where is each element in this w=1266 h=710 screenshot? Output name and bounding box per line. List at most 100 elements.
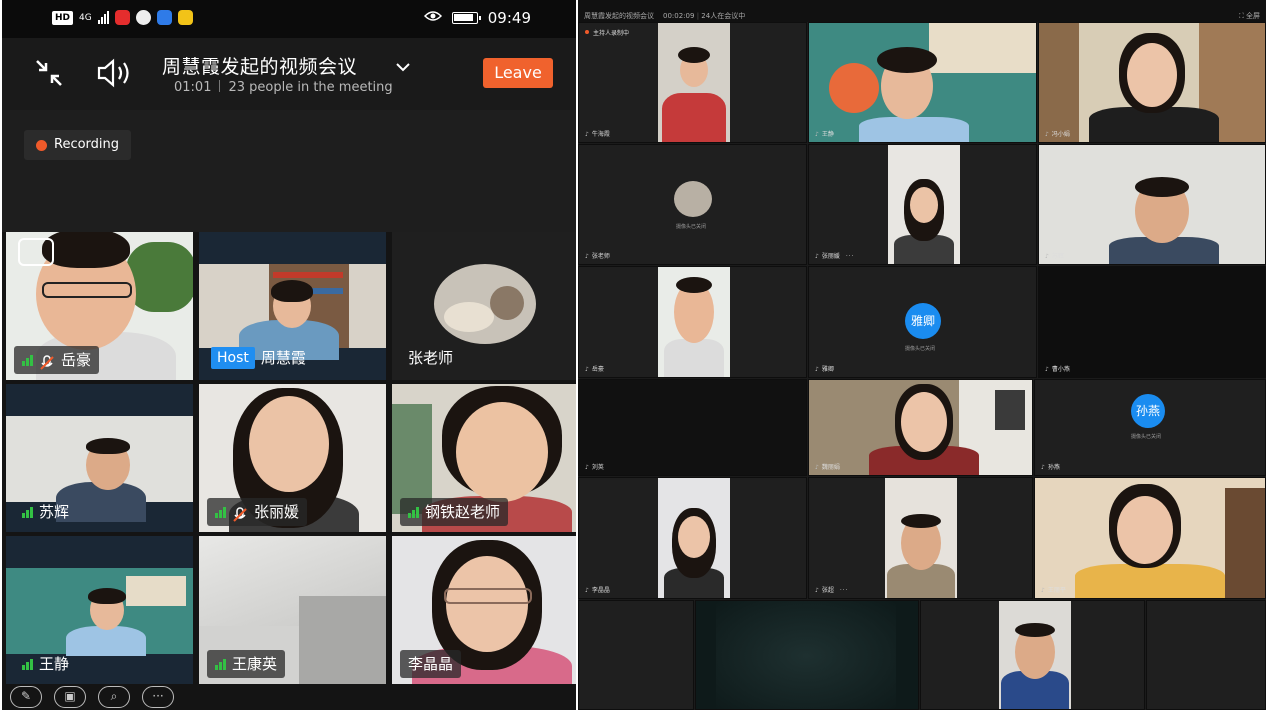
participant-name: 王静	[39, 655, 70, 673]
participant-count: 24人在会议中	[701, 12, 746, 20]
meeting-info: 01:01 23 people in the meeting	[174, 80, 393, 95]
meeting-title[interactable]: 周慧霞发起的视频会议	[162, 52, 357, 79]
more-icon[interactable]: ···	[142, 686, 174, 708]
video-tile[interactable]	[695, 600, 919, 710]
hd-indicator: HD	[52, 10, 74, 25]
video-tile[interactable]: 苏辉	[1038, 144, 1266, 265]
network-label: 4G	[79, 12, 92, 23]
recording-badge: Recording	[24, 130, 132, 160]
participant-name: 王静	[815, 129, 834, 138]
participant-name: 苏辉	[1045, 251, 1064, 260]
video-tile[interactable]: 刘英	[578, 379, 807, 476]
participant-name: 李晶晶	[585, 585, 610, 594]
status-bar: HD 4G 09:49	[2, 0, 576, 38]
app-notification-icon	[156, 10, 172, 25]
signal-icon	[22, 658, 33, 670]
meeting-title[interactable]: 周慧霞发起的视频会议	[584, 11, 654, 21]
meeting-timer: 00:02:09	[663, 12, 695, 20]
minimize-icon[interactable]	[32, 56, 66, 90]
avatar	[674, 181, 712, 217]
participant-name: 王康英	[232, 655, 278, 673]
recording-dot-icon	[36, 139, 47, 151]
mic-muted-icon	[39, 352, 55, 370]
clock: 09:49	[487, 9, 531, 27]
participant-name: 周慧霞	[260, 349, 306, 367]
cell-signal-icon	[97, 11, 109, 24]
video-grid: 岳豪 Host 周慧霞 张老师 苏辉 张丽媛 钢铁赵老师 王静 王康英 李晶晶	[6, 232, 576, 684]
participant-name: 刘英	[585, 462, 604, 471]
video-tile[interactable]: 摄像头已关闭 张老师	[578, 144, 807, 265]
video-tile[interactable]: 魏丽娟	[808, 379, 1033, 476]
bottom-toolbar: ✎ ▣ ⌕ ···	[2, 684, 576, 710]
participant-name: 雅卿	[815, 364, 834, 373]
participant-count: 23 people in the meeting	[228, 80, 393, 95]
video-tile[interactable]: 岳豪	[6, 232, 193, 380]
participant-tag: 王静	[14, 650, 77, 678]
recording-area: Recording	[2, 110, 576, 232]
search-icon[interactable]: ⌕	[98, 686, 130, 708]
recording-label: Recording	[54, 137, 120, 152]
participant-name: 牛海霞	[585, 129, 610, 138]
video-tile[interactable]: 王静	[808, 22, 1037, 143]
meeting-timer: 01:01	[174, 80, 212, 95]
avatar	[434, 264, 536, 344]
camera-off-label: 摄像头已关闭	[1131, 434, 1162, 440]
video-tile[interactable]: 李晶晶	[392, 536, 576, 684]
mic-muted-icon	[232, 504, 248, 522]
participant-tag: 钢铁赵老师	[400, 498, 509, 526]
video-tile[interactable]: 曹小燕	[1038, 266, 1266, 378]
video-tile[interactable]	[1146, 600, 1266, 710]
app-notification-icon	[135, 10, 151, 25]
video-tile[interactable]: 张丽媛···	[808, 144, 1037, 265]
pencil-icon[interactable]: ✎	[10, 686, 42, 708]
recording-status: 主持人录制中	[585, 28, 629, 37]
video-tile[interactable]: 张老师	[392, 232, 576, 380]
video-tile[interactable]: 冯小娟	[1038, 22, 1266, 143]
video-tile[interactable]	[578, 600, 694, 710]
meeting-header: 周慧霞发起的视频会议 01:01 23 people in the meeting…	[2, 38, 576, 110]
avatar: 雅卿	[905, 303, 941, 339]
participant-name: 张丽媛···	[815, 251, 855, 260]
video-tile[interactable]: 李晶晶	[578, 477, 807, 599]
video-tile[interactable]: 王丽平	[1034, 477, 1266, 599]
participant-name: 冯小娟	[1045, 129, 1070, 138]
signal-icon	[22, 354, 33, 366]
participant-name: 曹小燕	[1045, 364, 1070, 373]
participant-tag: 王康英	[207, 650, 286, 678]
desktop-meeting-screen: 周慧霞发起的视频会议 00:02:09 | 24人在会议中 ⛶ 全屏 主持人录制…	[578, 0, 1266, 710]
speaker-icon[interactable]	[95, 56, 135, 90]
participant-name: 苏辉	[39, 503, 70, 521]
fullscreen-button[interactable]: ⛶ 全屏	[1239, 11, 1260, 21]
video-tile[interactable]: 王康英	[199, 536, 386, 684]
camera-switch-icon[interactable]	[18, 238, 54, 266]
video-tile[interactable]: 张超···	[808, 477, 1033, 599]
leave-button[interactable]: Leave	[483, 58, 553, 88]
video-tile[interactable]: 主持人录制中 牛海霞	[578, 22, 807, 143]
share-icon[interactable]: ▣	[54, 686, 86, 708]
participant-name: 张丽媛	[254, 503, 300, 521]
video-tile[interactable]	[920, 600, 1145, 710]
participant-name: 李晶晶	[408, 655, 454, 673]
video-tile[interactable]: 雅卿 摄像头已关闭 雅卿	[808, 266, 1037, 378]
signal-icon	[408, 506, 419, 518]
video-tile[interactable]: 钢铁赵老师	[392, 384, 576, 532]
eye-comfort-icon	[423, 10, 442, 26]
participant-name: 岳豪	[61, 351, 92, 369]
participant-name: 王丽平	[1041, 585, 1066, 594]
mobile-meeting-screen: HD 4G 09:49 周慧霞发起的视频会议 01:01 23 people i…	[2, 0, 576, 710]
participant-name: 魏丽娟	[815, 462, 840, 471]
chevron-down-icon[interactable]	[395, 58, 411, 72]
signal-icon	[215, 658, 226, 670]
video-tile[interactable]: Host 周慧霞	[199, 232, 386, 380]
video-tile[interactable]: 岳豪	[578, 266, 807, 378]
video-tile[interactable]: 张丽媛	[199, 384, 386, 532]
participant-name: 孙燕	[1041, 462, 1060, 471]
avatar: 孙燕	[1131, 394, 1165, 428]
fullscreen-label: 全屏	[1246, 12, 1260, 20]
video-tile[interactable]: 王静	[6, 536, 193, 684]
meeting-info: 00:02:09 | 24人在会议中	[663, 12, 746, 20]
participant-name: 张老师	[585, 251, 610, 260]
video-tile[interactable]: 孙燕 摄像头已关闭 孙燕	[1034, 379, 1266, 476]
app-notification-icon	[114, 10, 130, 25]
video-tile[interactable]: 苏辉	[6, 384, 193, 532]
